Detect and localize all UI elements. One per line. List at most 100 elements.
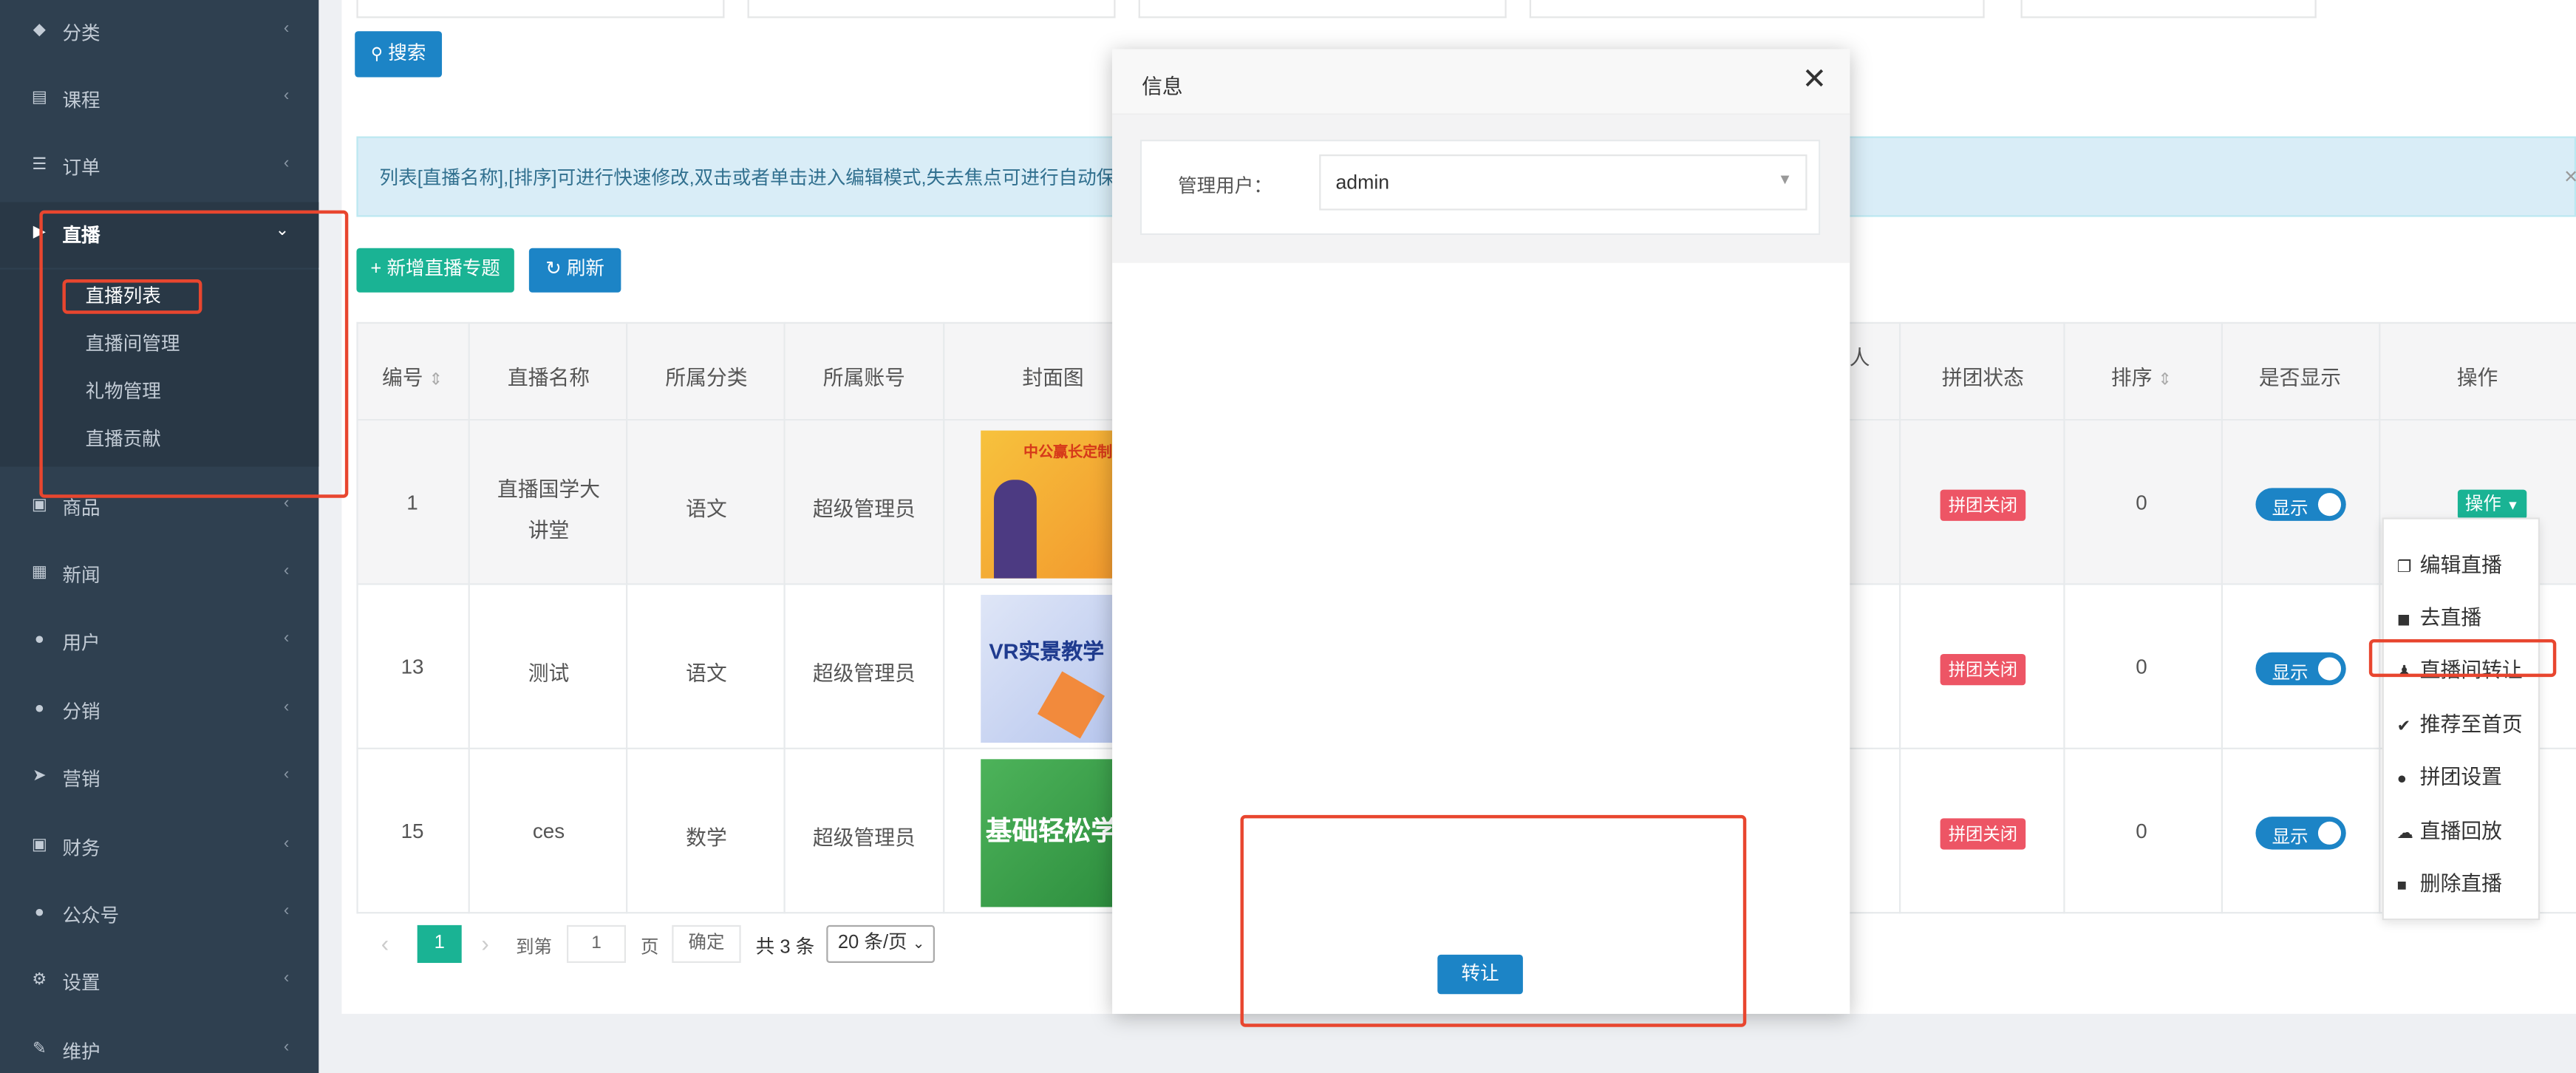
cell-category: 语文 [686, 662, 727, 686]
table-border [783, 321, 786, 914]
col-header-id[interactable]: 编号 ⇕ [356, 360, 468, 391]
cell-id: 13 [401, 655, 424, 679]
refresh-button[interactable]: ↻ 刷新 [528, 248, 621, 293]
sidebar-item-course[interactable]: ▤ 课程 ‹ [0, 67, 318, 133]
sidebar-item-label: 课程 [62, 92, 100, 112]
sidebar-item-distribution[interactable]: ● 分销 ‹ [0, 678, 318, 744]
filter-input[interactable] [1138, 0, 1507, 18]
chevron-left-icon: ‹ [283, 86, 290, 106]
prev-page-icon[interactable]: ‹ [381, 930, 389, 957]
chevron-left-icon: ‹ [283, 902, 290, 921]
filter-input[interactable] [356, 0, 725, 18]
chevron-left-icon: ‹ [283, 969, 290, 988]
select-value: admin [1335, 171, 1390, 194]
menu-item-group-settings[interactable]: ● 拼团设置 [2397, 759, 2502, 790]
filter-input[interactable] [747, 0, 1116, 18]
col-header-visible: 是否显示 [2258, 366, 2342, 389]
actions-button[interactable]: 操作 ▼ [2457, 489, 2527, 520]
sidebar-item-settings[interactable]: ⚙ 设置 ‹ [0, 950, 318, 1015]
sidebar-item-label: 分类 [62, 24, 100, 45]
chevron-left-icon: ‹ [283, 834, 290, 854]
col-header-account: 所属账号 [822, 366, 905, 389]
sort-icon: ⇕ [429, 371, 443, 389]
caret-down-icon: ▼ [2506, 497, 2520, 513]
next-page-icon[interactable]: › [481, 930, 488, 957]
menu-item-go-live[interactable]: ◼ 去直播 [2397, 600, 2482, 631]
highlight-box [39, 210, 349, 498]
cell-sort[interactable]: 0 [2063, 820, 2219, 843]
col-header-group-status: 拼团状态 [1941, 366, 2024, 389]
menu-item-replay[interactable]: ☁ 直播回放 [2397, 814, 2502, 845]
search-button-label: 搜索 [388, 44, 426, 64]
add-live-button[interactable]: + 新增直播专题 [356, 248, 514, 293]
confirm-page-button[interactable]: 确定 [672, 924, 741, 964]
page-unit: 页 [641, 938, 659, 958]
chevron-down-icon: ⌄ [912, 935, 925, 952]
per-page-select[interactable]: 20 条/页 ⌄ [826, 924, 936, 964]
col-header-name: 直播名称 [507, 366, 590, 389]
sidebar-item-finance[interactable]: ▣ 财务 ‹ [0, 815, 318, 881]
sidebar: ◆ 分类 ‹ ▤ 课程 ‹ ☰ 订单 ‹ ▶ 直播 ⌄ 直播列表 直播间管理 礼… [0, 0, 319, 1073]
cell-name[interactable]: ces [470, 820, 627, 843]
menu-item-delete[interactable]: ■ 删除直播 [2397, 866, 2502, 897]
alert-text: 列表[直播名称],[排序]可进行快速修改,双击或者单击进入编辑模式,失去焦点可进… [379, 169, 1116, 189]
page-current[interactable]: 1 [417, 924, 462, 964]
manager-user-select[interactable]: admin ▼ [1319, 154, 1807, 211]
cell-sort[interactable]: 0 [2063, 655, 2219, 678]
sidebar-item-category[interactable]: ◆ 分类 ‹ [0, 0, 318, 66]
chevron-left-icon: ‹ [283, 629, 290, 648]
sidebar-item-news[interactable]: ▦ 新闻 ‹ [0, 542, 318, 608]
sidebar-item-maintenance[interactable]: ✎ 维护 ‹ [0, 1019, 318, 1073]
users-icon: ● [2396, 770, 2408, 789]
chevron-left-icon: ‹ [283, 698, 290, 717]
filter-input[interactable] [1529, 0, 1985, 18]
cell-account: 超级管理员 [812, 497, 916, 521]
cell-name[interactable]: 测试 [470, 655, 627, 687]
cell-category: 数学 [686, 826, 727, 850]
visible-toggle[interactable]: 显示 [2255, 488, 2346, 521]
filter-input[interactable] [2020, 0, 2317, 18]
book-icon: ▤ [31, 89, 47, 107]
field-label: 管理用户： [1178, 177, 1272, 197]
cover-text: 中公赢长定制 协议直播 [1023, 443, 1113, 460]
menu-item-recommend[interactable]: ✔ 推荐至首页 [2397, 706, 2523, 738]
visible-toggle[interactable]: 显示 [2255, 817, 2346, 850]
highlight-box [62, 279, 202, 314]
sidebar-item-label: 财务 [62, 839, 100, 859]
close-icon[interactable]: × [2564, 163, 2576, 189]
refresh-icon: ↻ [545, 259, 562, 280]
plus-icon: + [370, 259, 382, 280]
table-border [943, 321, 945, 914]
status-badge: 拼团关闭 [1940, 489, 2026, 521]
table-border [2063, 321, 2065, 914]
cell-sort[interactable]: 0 [2063, 491, 2219, 514]
sidebar-item-label: 分销 [62, 703, 100, 723]
wrench-icon: ✎ [33, 1040, 47, 1058]
search-button[interactable]: ⚲ 搜索 [355, 31, 443, 78]
sidebar-item-marketing[interactable]: ➤ 营销 ‹ [0, 746, 318, 812]
copy-icon: ❐ [2396, 559, 2412, 577]
cell-id: 15 [401, 820, 424, 843]
sidebar-item-order[interactable]: ☰ 订单 ‹ [0, 134, 318, 200]
sidebar-item-label: 维护 [62, 1043, 100, 1063]
sidebar-item-label: 商品 [62, 499, 100, 520]
cell-account: 超级管理员 [812, 662, 916, 686]
gear-icon: ⚙ [32, 971, 47, 989]
caret-down-icon: ▼ [1777, 171, 1793, 188]
video-icon: ◼ [2396, 611, 2411, 630]
users-icon: ● [34, 700, 45, 718]
screen: ◆ 分类 ‹ ▤ 课程 ‹ ☰ 订单 ‹ ▶ 直播 ⌄ 直播列表 直播间管理 礼… [0, 0, 2576, 1073]
col-header-sort[interactable]: 排序 ⇕ [2063, 360, 2219, 391]
cover-image: 中公赢长定制 协议直播 [981, 430, 1113, 579]
cell-name[interactable]: 直播国学大 讲堂 [470, 470, 627, 552]
sidebar-item-label: 订单 [62, 159, 100, 180]
close-icon[interactable]: ✕ [1802, 62, 1827, 97]
page-input[interactable]: 1 [567, 924, 627, 964]
sidebar-item-user[interactable]: ● 用户 ‹ [0, 610, 318, 675]
menu-item-edit-live[interactable]: ❐ 编辑直播 [2397, 547, 2502, 578]
sidebar-item-wechat[interactable]: ● 公众号 ‹ [0, 882, 318, 948]
cover-image: 基础轻松学 [981, 759, 1113, 907]
visible-toggle[interactable]: 显示 [2255, 652, 2346, 686]
status-badge: 拼团关闭 [1940, 653, 2026, 686]
table-border [626, 321, 628, 914]
